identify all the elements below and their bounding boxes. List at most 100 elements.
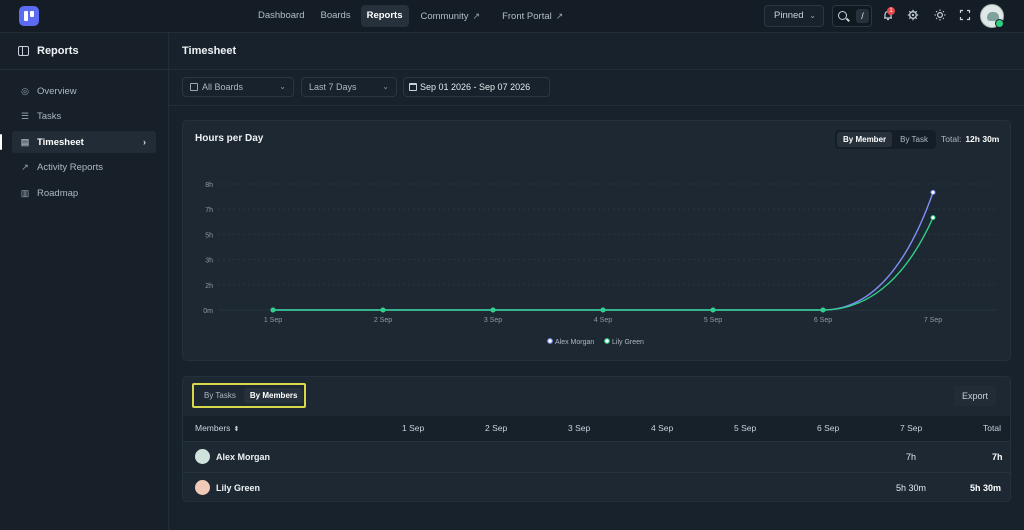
day-hours: 5h 30m — [896, 483, 927, 493]
sidebar: Reports ◎ Overview ☰ Tasks ▤ Timesheet › ↗ Ac… — [0, 33, 169, 530]
series-line — [273, 192, 934, 311]
tab-by-tasks[interactable]: By Tasks — [198, 388, 242, 403]
table-group-tabs: By Tasks By Members — [196, 386, 305, 405]
sun-icon[interactable] — [933, 8, 947, 22]
sidebar-item-overview[interactable]: ◎ Overview — [12, 80, 156, 102]
tasks-icon: ☰ — [20, 111, 30, 121]
activity-icon: ↗ — [21, 162, 29, 172]
search-button[interactable]: / — [832, 5, 872, 27]
timesheet-icon: ▤ — [20, 136, 30, 147]
x-tick-label: 3 Sep — [484, 317, 502, 324]
table-row[interactable]: Lily Green 5h 30m 5h 30m — [183, 472, 1010, 501]
boards-filter[interactable]: All Boards ⌄ — [182, 77, 294, 97]
sidebar-header: Reports — [0, 33, 168, 70]
table-header: Members ⬍ 1 Sep 2 Sep 3 Sep 4 Sep 5 Sep 6… — [183, 416, 1010, 441]
chevron-down-icon: ⌄ — [279, 82, 286, 91]
legend-marker — [604, 338, 610, 344]
sidebar-toggle-icon[interactable] — [18, 46, 29, 56]
filter-bar: All Boards ⌄ Last 7 Days ⌄ Sep 01 2026 - S… — [169, 70, 1024, 106]
nav-community[interactable]: Community ↗ — [415, 5, 487, 27]
data-point — [930, 189, 936, 195]
x-tick-label: 2 Sep — [374, 317, 392, 324]
data-point — [600, 307, 606, 313]
chevron-down-icon: ⌄ — [382, 82, 389, 91]
pinned-dropdown[interactable]: Pinned ⌄ — [764, 5, 824, 27]
sidebar-title: Reports — [37, 45, 79, 57]
y-tick-label: 2h — [205, 283, 213, 290]
timesheet-table-card: By Tasks By Members Export Members ⬍ 1 Se… — [182, 376, 1011, 502]
col-day: 5 Sep — [734, 423, 757, 433]
nav-dashboard[interactable]: Dashboard — [252, 5, 310, 27]
hours-per-day-card: Hours per Day By Member By Task Total: 12… — [182, 120, 1011, 361]
table-row[interactable]: Alex Morgan 7h 7h — [183, 441, 1010, 472]
page-title: Timesheet — [182, 45, 237, 57]
total-hours-cell: 5h 30m — [970, 483, 1002, 493]
nav-boards[interactable]: Boards — [314, 5, 356, 27]
search-icon — [838, 11, 847, 20]
data-point — [820, 307, 826, 313]
data-point — [270, 307, 276, 313]
sidebar-item-roadmap[interactable]: ▥ Roadmap — [12, 182, 156, 204]
x-tick-label: 4 Sep — [594, 317, 612, 324]
legend-label: Lily Green — [612, 339, 644, 346]
fullscreen-icon[interactable] — [958, 8, 972, 22]
legend-label: Alex Morgan — [555, 339, 594, 346]
main-nav: Dashboard Boards Reports Community ↗ Fron… — [252, 5, 569, 27]
member-name: Lily Green — [216, 483, 261, 493]
chevron-right-icon: › — [143, 137, 146, 147]
search-shortcut-key: / — [856, 9, 869, 23]
page-header: Timesheet — [169, 33, 1024, 70]
board-icon — [190, 83, 198, 91]
data-point — [930, 215, 936, 221]
avatar-face — [987, 12, 999, 21]
series-line — [273, 217, 934, 311]
top-navbar: Dashboard Boards Reports Community ↗ Fron… — [0, 0, 1024, 33]
nav-front-portal[interactable]: Front Portal ↗ — [496, 5, 569, 27]
col-day: 4 Sep — [651, 423, 674, 433]
data-point — [710, 307, 716, 313]
y-tick-label: 3h — [205, 258, 213, 265]
chevron-down-icon: ⌄ — [809, 11, 816, 20]
hours-line-chart: 0m 2h 3h 5h 7h 8h 1 Sep 2 Sep 3 Sep 4 Sep 5 Sep 6 S… — [203, 182, 995, 346]
member-name: Alex Morgan — [216, 452, 271, 462]
total-hours-cell: 7h — [992, 452, 1003, 462]
sort-icon: ⬍ — [233, 426, 240, 433]
data-point — [490, 307, 496, 313]
col-members[interactable]: Members ⬍ — [195, 416, 239, 441]
external-link-icon: ↗ — [555, 11, 564, 21]
app-logo[interactable] — [19, 6, 39, 26]
y-tick-label: 8h — [205, 182, 213, 189]
calendar-icon — [409, 83, 417, 91]
day-hours: 7h — [906, 452, 917, 462]
legend-marker — [547, 338, 553, 344]
y-tick-label: 5h — [205, 232, 213, 239]
col-day: 1 Sep — [402, 423, 425, 433]
x-tick-label: 1 Sep — [264, 317, 282, 324]
export-button[interactable]: Export — [954, 386, 997, 406]
x-tick-label: 5 Sep — [704, 317, 722, 324]
y-tick-label: 7h — [205, 207, 213, 214]
nav-reports[interactable]: Reports — [360, 5, 409, 27]
col-day: 3 Sep — [568, 423, 591, 433]
col-day: 6 Sep — [817, 423, 840, 433]
notification-badge: 1 — [887, 7, 895, 15]
sidebar-item-timesheet[interactable]: ▤ Timesheet › — [0, 131, 156, 153]
sidebar-item-activity-reports[interactable]: ↗ Activity Reports — [12, 157, 156, 179]
period-filter[interactable]: Last 7 Days ⌄ — [301, 77, 397, 97]
x-tick-label: 7 Sep — [924, 317, 942, 324]
sidebar-item-tasks[interactable]: ☰ Tasks — [12, 106, 156, 128]
col-total: Total — [983, 423, 1001, 433]
roadmap-icon: ▥ — [20, 187, 30, 198]
member-avatar — [195, 480, 210, 495]
active-indicator — [0, 134, 2, 150]
y-tick-label: 0m — [203, 308, 213, 315]
gear-icon[interactable] — [906, 8, 920, 22]
x-tick-label: 6 Sep — [814, 317, 832, 324]
col-day: 7 Sep — [900, 423, 923, 433]
member-avatar — [195, 449, 210, 464]
date-range-picker[interactable]: Sep 01 2026 - Sep 07 2026 — [403, 77, 550, 97]
overview-icon: ◎ — [21, 85, 29, 96]
tab-by-members[interactable]: By Members — [243, 388, 304, 403]
col-day: 2 Sep — [485, 423, 508, 433]
user-avatar[interactable] — [980, 4, 1004, 28]
